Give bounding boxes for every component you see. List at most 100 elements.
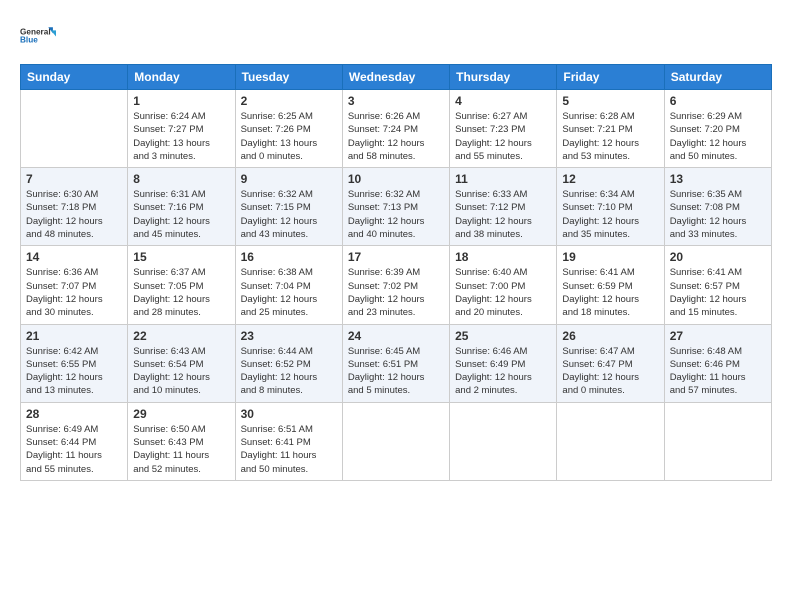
day-number: 10 [348, 172, 444, 186]
day-number: 9 [241, 172, 337, 186]
day-number: 29 [133, 407, 229, 421]
day-info: Sunrise: 6:35 AM Sunset: 7:08 PM Dayligh… [670, 188, 766, 241]
calendar-cell: 30 Sunrise: 6:51 AM Sunset: 6:41 PM Dayli… [235, 402, 342, 480]
weekday-header-row: SundayMondayTuesdayWednesdayThursdayFrid… [21, 65, 772, 90]
calendar-cell: 26Sunrise: 6:47 AM Sunset: 6:47 PM Dayli… [557, 324, 664, 402]
calendar-table: SundayMondayTuesdayWednesdayThursdayFrid… [20, 64, 772, 481]
page: GeneralBlue SundayMondayTuesdayWednesday… [0, 0, 792, 612]
day-number: 19 [562, 250, 658, 264]
calendar-cell: 4 Sunrise: 6:27 AM Sunset: 7:23 PM Daylig… [450, 90, 557, 168]
logo-icon: GeneralBlue [20, 18, 56, 54]
day-number: 3 [348, 94, 444, 108]
day-info: Sunrise: 6:43 AM Sunset: 6:54 PM Dayligh… [133, 345, 229, 398]
calendar-cell: 19 Sunrise: 6:41 AM Sunset: 6:59 PM Dayli… [557, 246, 664, 324]
day-number: 13 [670, 172, 766, 186]
day-info: Sunrise: 6:41 AM Sunset: 6:59 PM Dayligh… [562, 266, 658, 319]
day-info: Sunrise: 6:31 AM Sunset: 7:16 PM Dayligh… [133, 188, 229, 241]
day-info: Sunrise: 6:42 AM Sunset: 6:55 PM Dayligh… [26, 345, 122, 398]
day-info: Sunrise: 6:50 AM Sunset: 6:43 PM Dayligh… [133, 423, 229, 476]
day-number: 2 [241, 94, 337, 108]
calendar-cell: 1Sunrise: 6:24 AM Sunset: 7:27 PM Daylig… [128, 90, 235, 168]
weekday-header-monday: Monday [128, 65, 235, 90]
day-info: Sunrise: 6:32 AM Sunset: 7:15 PM Dayligh… [241, 188, 337, 241]
day-number: 27 [670, 329, 766, 343]
day-number: 11 [455, 172, 551, 186]
calendar-cell: 20Sunrise: 6:41 AM Sunset: 6:57 PM Dayli… [664, 246, 771, 324]
day-number: 28 [26, 407, 122, 421]
day-info: Sunrise: 6:51 AM Sunset: 6:41 PM Dayligh… [241, 423, 337, 476]
day-number: 18 [455, 250, 551, 264]
calendar-cell: 14Sunrise: 6:36 AM Sunset: 7:07 PM Dayli… [21, 246, 128, 324]
calendar-cell: 12Sunrise: 6:34 AM Sunset: 7:10 PM Dayli… [557, 168, 664, 246]
calendar-cell: 10 Sunrise: 6:32 AM Sunset: 7:13 PM Dayli… [342, 168, 449, 246]
day-number: 6 [670, 94, 766, 108]
day-info: Sunrise: 6:49 AM Sunset: 6:44 PM Dayligh… [26, 423, 122, 476]
day-number: 21 [26, 329, 122, 343]
day-number: 30 [241, 407, 337, 421]
day-info: Sunrise: 6:44 AM Sunset: 6:52 PM Dayligh… [241, 345, 337, 398]
calendar-week-4: 21 Sunrise: 6:42 AM Sunset: 6:55 PM Dayli… [21, 324, 772, 402]
calendar-cell: 7Sunrise: 6:30 AM Sunset: 7:18 PM Daylig… [21, 168, 128, 246]
day-number: 16 [241, 250, 337, 264]
day-info: Sunrise: 6:37 AM Sunset: 7:05 PM Dayligh… [133, 266, 229, 319]
calendar-cell: 23Sunrise: 6:44 AM Sunset: 6:52 PM Dayli… [235, 324, 342, 402]
day-info: Sunrise: 6:29 AM Sunset: 7:20 PM Dayligh… [670, 110, 766, 163]
calendar-cell: 24 Sunrise: 6:45 AM Sunset: 6:51 PM Dayli… [342, 324, 449, 402]
calendar-cell [450, 402, 557, 480]
weekday-header-friday: Friday [557, 65, 664, 90]
weekday-header-tuesday: Tuesday [235, 65, 342, 90]
day-info: Sunrise: 6:24 AM Sunset: 7:27 PM Dayligh… [133, 110, 229, 163]
day-info: Sunrise: 6:26 AM Sunset: 7:24 PM Dayligh… [348, 110, 444, 163]
day-info: Sunrise: 6:27 AM Sunset: 7:23 PM Dayligh… [455, 110, 551, 163]
calendar-cell: 16 Sunrise: 6:38 AM Sunset: 7:04 PM Dayli… [235, 246, 342, 324]
day-number: 14 [26, 250, 122, 264]
calendar-week-3: 14Sunrise: 6:36 AM Sunset: 7:07 PM Dayli… [21, 246, 772, 324]
day-number: 25 [455, 329, 551, 343]
calendar-cell: 2Sunrise: 6:25 AM Sunset: 7:26 PM Daylig… [235, 90, 342, 168]
day-info: Sunrise: 6:30 AM Sunset: 7:18 PM Dayligh… [26, 188, 122, 241]
calendar-week-2: 7Sunrise: 6:30 AM Sunset: 7:18 PM Daylig… [21, 168, 772, 246]
calendar-cell: 15Sunrise: 6:37 AM Sunset: 7:05 PM Dayli… [128, 246, 235, 324]
calendar-cell: 8 Sunrise: 6:31 AM Sunset: 7:16 PM Daylig… [128, 168, 235, 246]
weekday-header-thursday: Thursday [450, 65, 557, 90]
day-info: Sunrise: 6:32 AM Sunset: 7:13 PM Dayligh… [348, 188, 444, 241]
calendar-cell [21, 90, 128, 168]
day-info: Sunrise: 6:45 AM Sunset: 6:51 PM Dayligh… [348, 345, 444, 398]
calendar-cell: 27Sunrise: 6:48 AM Sunset: 6:46 PM Dayli… [664, 324, 771, 402]
header: GeneralBlue [20, 18, 772, 54]
calendar-cell: 22 Sunrise: 6:43 AM Sunset: 6:54 PM Dayli… [128, 324, 235, 402]
day-info: Sunrise: 6:40 AM Sunset: 7:00 PM Dayligh… [455, 266, 551, 319]
calendar-cell: 3 Sunrise: 6:26 AM Sunset: 7:24 PM Daylig… [342, 90, 449, 168]
calendar-cell: 5Sunrise: 6:28 AM Sunset: 7:21 PM Daylig… [557, 90, 664, 168]
calendar-cell: 18 Sunrise: 6:40 AM Sunset: 7:00 PM Dayli… [450, 246, 557, 324]
calendar-cell: 29 Sunrise: 6:50 AM Sunset: 6:43 PM Dayli… [128, 402, 235, 480]
day-number: 4 [455, 94, 551, 108]
calendar-cell: 11Sunrise: 6:33 AM Sunset: 7:12 PM Dayli… [450, 168, 557, 246]
day-info: Sunrise: 6:39 AM Sunset: 7:02 PM Dayligh… [348, 266, 444, 319]
calendar-cell: 25 Sunrise: 6:46 AM Sunset: 6:49 PM Dayli… [450, 324, 557, 402]
svg-text:Blue: Blue [20, 36, 38, 45]
calendar-week-5: 28 Sunrise: 6:49 AM Sunset: 6:44 PM Dayli… [21, 402, 772, 480]
calendar-cell [342, 402, 449, 480]
day-info: Sunrise: 6:38 AM Sunset: 7:04 PM Dayligh… [241, 266, 337, 319]
calendar-cell: 17Sunrise: 6:39 AM Sunset: 7:02 PM Dayli… [342, 246, 449, 324]
day-number: 22 [133, 329, 229, 343]
weekday-header-sunday: Sunday [21, 65, 128, 90]
calendar-week-1: 1Sunrise: 6:24 AM Sunset: 7:27 PM Daylig… [21, 90, 772, 168]
day-number: 8 [133, 172, 229, 186]
calendar-cell [664, 402, 771, 480]
day-number: 26 [562, 329, 658, 343]
day-info: Sunrise: 6:46 AM Sunset: 6:49 PM Dayligh… [455, 345, 551, 398]
calendar-cell: 13 Sunrise: 6:35 AM Sunset: 7:08 PM Dayli… [664, 168, 771, 246]
calendar-cell: 28 Sunrise: 6:49 AM Sunset: 6:44 PM Dayli… [21, 402, 128, 480]
day-info: Sunrise: 6:34 AM Sunset: 7:10 PM Dayligh… [562, 188, 658, 241]
day-number: 24 [348, 329, 444, 343]
weekday-header-wednesday: Wednesday [342, 65, 449, 90]
calendar-cell: 6 Sunrise: 6:29 AM Sunset: 7:20 PM Daylig… [664, 90, 771, 168]
calendar-cell: 21 Sunrise: 6:42 AM Sunset: 6:55 PM Dayli… [21, 324, 128, 402]
day-info: Sunrise: 6:28 AM Sunset: 7:21 PM Dayligh… [562, 110, 658, 163]
svg-text:General: General [20, 27, 51, 36]
day-number: 20 [670, 250, 766, 264]
calendar-cell: 9 Sunrise: 6:32 AM Sunset: 7:15 PM Daylig… [235, 168, 342, 246]
weekday-header-saturday: Saturday [664, 65, 771, 90]
